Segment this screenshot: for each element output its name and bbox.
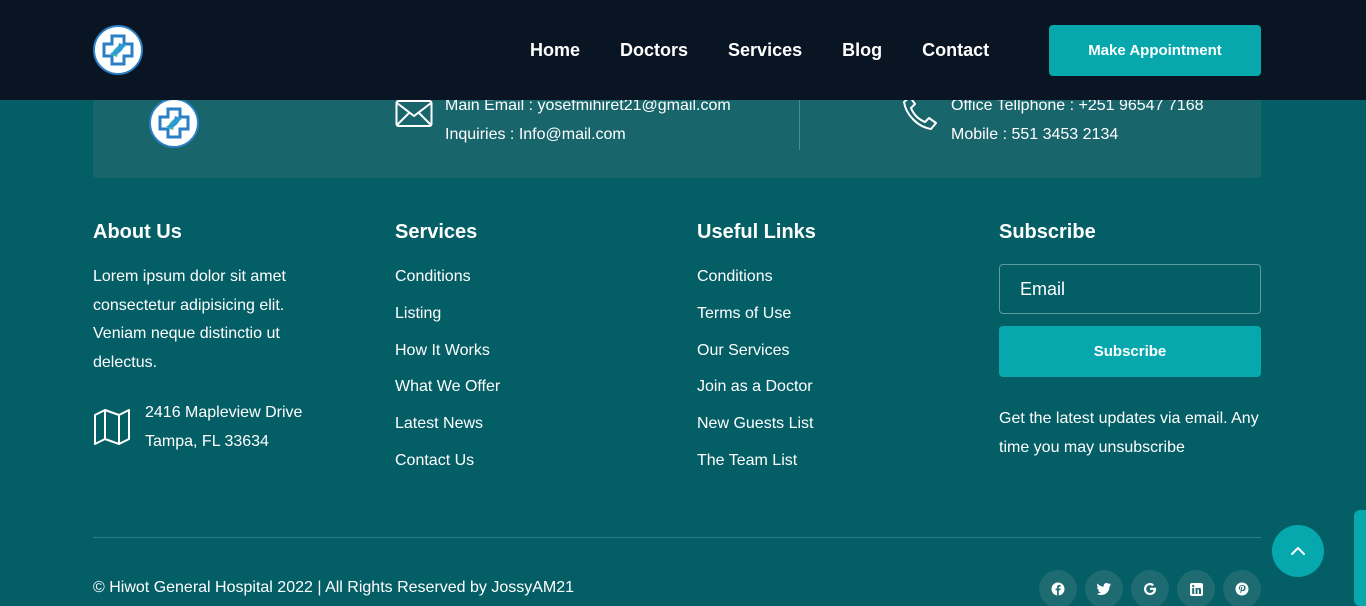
hospital-logo[interactable] (93, 25, 143, 75)
google-icon[interactable] (1131, 570, 1169, 606)
footer-divider (93, 537, 1261, 538)
nav-home[interactable]: Home (530, 38, 580, 62)
services-links: Conditions Listing How It Works What We … (395, 265, 500, 486)
email-input[interactable] (999, 264, 1261, 314)
inquiries-text: Inquiries : Info@mail.com (445, 126, 626, 143)
address-line1: 2416 Mapleview Drive (145, 404, 303, 421)
list-item: Conditions (697, 265, 813, 302)
scrollbar-thumb[interactable] (1354, 510, 1366, 606)
services-link-what-we-offer[interactable]: What We Offer (395, 378, 500, 395)
useful-link-conditions[interactable]: Conditions (697, 268, 773, 285)
pinterest-icon[interactable] (1223, 570, 1261, 606)
services-link-contact-us[interactable]: Contact Us (395, 452, 474, 469)
subscribe-title: Subscribe (999, 221, 1096, 243)
back-to-top-button[interactable] (1272, 525, 1324, 577)
band-divider (799, 98, 800, 150)
about-us-title: About Us (93, 221, 182, 243)
useful-link-terms[interactable]: Terms of Use (697, 305, 791, 322)
mobile-text: Mobile : 551 3453 2134 (951, 126, 1119, 143)
twitter-icon[interactable] (1085, 570, 1123, 606)
useful-link-team-list[interactable]: The Team List (697, 452, 797, 469)
list-item: Listing (395, 302, 500, 339)
useful-link-join-doctor[interactable]: Join as a Doctor (697, 378, 813, 395)
services-link-how-it-works[interactable]: How It Works (395, 342, 490, 359)
subscribe-note: Get the latest updates via email. Any ti… (999, 410, 1259, 456)
address: 2416 Mapleview Drive Tampa, FL 33634 (145, 398, 302, 456)
list-item: New Guests List (697, 412, 813, 449)
facebook-icon[interactable] (1039, 570, 1077, 606)
copyright-text: © Hiwot General Hospital 2022 | All Righ… (93, 579, 575, 596)
list-item: How It Works (395, 339, 500, 376)
useful-link-our-services[interactable]: Our Services (697, 342, 789, 359)
nav-doctors[interactable]: Doctors (620, 38, 688, 62)
band-logo (149, 98, 199, 148)
useful-link-new-guests[interactable]: New Guests List (697, 415, 813, 432)
nav-contact[interactable]: Contact (922, 38, 989, 62)
make-appointment-button[interactable]: Make Appointment (1049, 25, 1261, 76)
subscribe-button[interactable]: Subscribe (999, 326, 1261, 377)
services-link-listing[interactable]: Listing (395, 305, 441, 322)
services-link-latest-news[interactable]: Latest News (395, 415, 483, 432)
useful-links-title: Useful Links (697, 221, 816, 243)
list-item: Latest News (395, 412, 500, 449)
list-item: The Team List (697, 449, 813, 486)
linkedin-icon[interactable] (1177, 570, 1215, 606)
list-item: What We Offer (395, 375, 500, 412)
chevron-up-icon (1291, 547, 1305, 555)
nav-blog[interactable]: Blog (842, 38, 882, 62)
list-item: Terms of Use (697, 302, 813, 339)
services-title: Services (395, 221, 478, 243)
list-item: Our Services (697, 339, 813, 376)
about-us-text: Lorem ipsum dolor sit amet consectetur a… (93, 268, 286, 372)
list-item: Contact Us (395, 449, 500, 486)
site-header: Home Doctors Services Blog Contact Make … (0, 0, 1366, 100)
address-line2: Tampa, FL 33634 (145, 433, 269, 450)
useful-links: Conditions Terms of Use Our Services Joi… (697, 265, 813, 486)
envelope-icon (395, 100, 433, 127)
nav-services[interactable]: Services (728, 38, 802, 62)
main-nav: Home Doctors Services Blog Contact (530, 38, 1029, 62)
services-link-conditions[interactable]: Conditions (395, 268, 471, 285)
map-icon (94, 409, 130, 445)
list-item: Join as a Doctor (697, 375, 813, 412)
list-item: Conditions (395, 265, 500, 302)
